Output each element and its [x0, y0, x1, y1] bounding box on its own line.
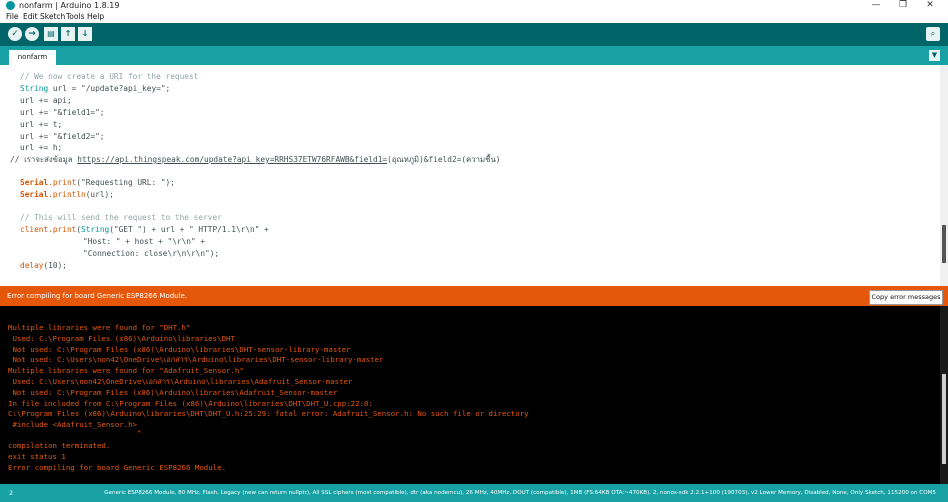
code-comment: // เราจะส่งข้อมูล: [10, 155, 78, 164]
close-button[interactable]: ✕: [920, 0, 940, 11]
code-comment: (อุณหภูมิ)&field2=(ความชื้น): [387, 155, 501, 164]
code-text: ("Requesting URL: ");: [76, 178, 175, 187]
code-line: "Host: " + host + "\r\n" +: [83, 237, 206, 246]
code-function: .println: [48, 190, 86, 199]
console-scrollbar[interactable]: [940, 306, 948, 484]
code-line: url += h;: [20, 143, 63, 152]
code-comment: // This will send the request to the ser…: [20, 213, 222, 222]
error-status-bar: Error compiling for board Generic ESP826…: [0, 286, 948, 306]
console-line: Used: C:\Program Files (x86)\Arduino\lib…: [8, 334, 235, 343]
code-line: // เราจะส่งข้อมูล https://api.thingspeak…: [10, 154, 500, 166]
console-line: ^: [8, 429, 142, 438]
code-text: ("GET ") + url + " HTTP/1.1\r\n" +: [109, 225, 269, 234]
code-line: delay(10);: [20, 260, 67, 272]
code-line: client.print(String("GET ") + url + " HT…: [20, 224, 269, 236]
code-line: // This will send the request to the ser…: [20, 212, 222, 224]
menu-sketch[interactable]: Sketch: [40, 11, 65, 23]
console-line: Not used: C:\Program Files (x86)\Arduino…: [8, 388, 338, 397]
code-object: Serial: [20, 190, 49, 199]
console-output[interactable]: Multiple libraries were found for "DHT.h…: [0, 306, 948, 484]
code-function: delay: [20, 261, 44, 270]
code-comment: // We now create a URI for the request: [20, 72, 199, 81]
code-line: "Connection: close\r\n\r\n");: [83, 249, 220, 258]
maximize-button[interactable]: ❐: [893, 0, 913, 11]
menu-tools[interactable]: Tools: [66, 11, 84, 23]
code-line: url += api;: [20, 96, 72, 105]
console-line: Not used: C:\Users\non42\OneDrive\เอกสาร…: [8, 355, 384, 364]
new-sketch-icon[interactable]: ▤: [44, 27, 58, 41]
console-line: Multiple libraries were found for "DHT.h…: [8, 323, 191, 332]
save-sketch-icon[interactable]: ↓: [78, 27, 92, 41]
code-text: (10);: [43, 261, 67, 270]
code-keyword: String: [20, 84, 49, 93]
upload-icon[interactable]: →: [25, 27, 39, 41]
console-line: Error compiling for board Generic ESP826…: [8, 463, 227, 472]
code-line: url += "&field1=";: [20, 108, 105, 117]
console-line: Used: C:\Users\non42\OneDrive\เอกสาร\Ard…: [8, 377, 353, 386]
open-sketch-icon[interactable]: ↑: [61, 27, 75, 41]
code-text: url = "/update?api_key=";: [48, 84, 171, 93]
editor-scrollbar[interactable]: [940, 65, 948, 286]
code-line: // We now create a URI for the request: [20, 71, 198, 83]
code-function: client.print: [20, 225, 77, 234]
code-line: Serial.print("Requesting URL: ");: [20, 177, 175, 189]
menu-help[interactable]: Help: [87, 11, 104, 23]
error-message: Error compiling for board Generic ESP826…: [7, 292, 188, 300]
code-line: String url = "/update?api_key=";: [20, 83, 170, 95]
console-line: compilation terminated.: [8, 441, 111, 450]
line-number: 2: [9, 489, 14, 497]
console-scroll-thumb[interactable]: [942, 374, 946, 464]
arduino-app-icon: [6, 1, 15, 10]
menu-bar: File Edit Sketch Tools Help: [0, 11, 948, 23]
code-text: (url);: [85, 190, 114, 199]
window-title: nonfarm | Arduino 1.8.19: [19, 1, 120, 10]
toolbar: ✓ → ▤ ↑ ↓ ⌕: [0, 23, 948, 46]
tab-bar: nonfarm ▼: [0, 46, 948, 65]
console-line: exit status 1: [8, 452, 66, 461]
board-info: Generic ESP8266 Module, 80 MHz, Flash, L…: [104, 490, 936, 496]
tab-nonfarm[interactable]: nonfarm: [9, 50, 56, 65]
menu-edit[interactable]: Edit: [23, 11, 38, 23]
copy-error-messages-button[interactable]: Copy error messages: [869, 290, 943, 305]
code-line: Serial.println(url);: [20, 189, 114, 201]
code-editor[interactable]: // We now create a URI for the request S…: [0, 65, 948, 286]
tab-menu-icon[interactable]: ▼: [929, 50, 940, 61]
code-keyword: String: [81, 225, 110, 234]
minimize-button[interactable]: —: [866, 0, 886, 11]
code-line: url += t;: [20, 120, 63, 129]
status-bar: 2 Generic ESP8266 Module, 80 MHz, Flash,…: [0, 484, 948, 502]
menu-file[interactable]: File: [6, 11, 19, 23]
thingspeak-url-link[interactable]: https://api.thingspeak.com/update?api_ke…: [77, 155, 387, 164]
code-function: .print: [48, 178, 77, 187]
console-line: Multiple libraries were found for "Adafr…: [8, 366, 244, 375]
title-bar: nonfarm | Arduino 1.8.19 — ❐ ✕: [0, 0, 948, 11]
serial-monitor-icon[interactable]: ⌕: [926, 27, 940, 41]
verify-icon[interactable]: ✓: [8, 27, 22, 41]
console-line: C:\Program Files (x86)\Arduino\libraries…: [8, 409, 529, 418]
code-object: Serial: [20, 178, 49, 187]
editor-scroll-thumb[interactable]: [942, 225, 946, 263]
